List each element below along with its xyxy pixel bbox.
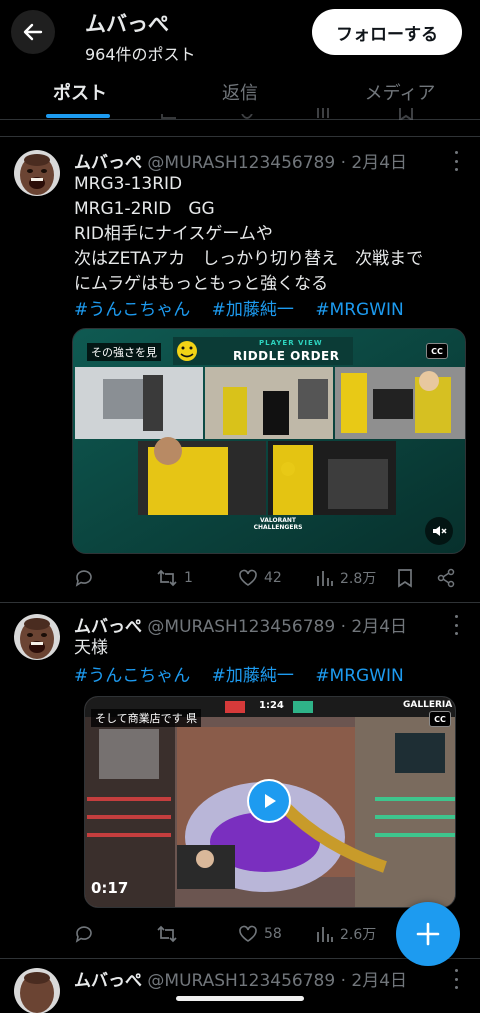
more-icon[interactable]: [448, 969, 464, 989]
play-button[interactable]: [247, 779, 291, 823]
round-timer: 1:24: [259, 700, 284, 711]
brand-logo-text: GALLERIA: [403, 700, 453, 710]
views-button[interactable]: 2.8万: [316, 568, 376, 588]
share-button[interactable]: [436, 568, 456, 588]
heart-icon: [239, 925, 257, 942]
post-date[interactable]: · 2月4日: [341, 617, 407, 637]
hashtag-link[interactable]: #うんこちゃん: [74, 300, 190, 320]
reply-icon: [75, 926, 92, 943]
retweet-button[interactable]: [156, 924, 184, 944]
previous-post-actions: [0, 108, 480, 132]
arrow-left-icon: [23, 23, 43, 41]
view-count: 2.8万: [340, 571, 377, 587]
author-name[interactable]: ムバっぺ: [74, 153, 142, 173]
like-count: 58: [264, 926, 282, 942]
post-video[interactable]: PLAYER VIEW RIDDLE ORDER その強さを見 CC VALOR…: [72, 328, 466, 554]
avatar[interactable]: [14, 968, 60, 1013]
author-name[interactable]: ムバっぺ: [74, 617, 142, 637]
reply-button[interactable]: [74, 568, 94, 588]
avatar[interactable]: [14, 150, 60, 196]
video-timer: 0:17: [91, 879, 129, 897]
bookmark-icon: [398, 569, 412, 588]
post-divider: [0, 602, 480, 603]
video-overlay-label: そして商業店です 県: [91, 709, 202, 727]
avatar-face-image: [14, 150, 60, 196]
post-author-line: ムバっぺ @MURASH123456789 · 2月4日: [74, 148, 407, 173]
post-text-line: RID相手にナイスゲームや: [74, 224, 273, 244]
like-count: 42: [264, 570, 282, 586]
banner-small-text: PLAYER VIEW: [259, 339, 323, 347]
views-icon: [317, 571, 333, 586]
reply-icon: [75, 570, 92, 587]
follow-button[interactable]: フォローする: [312, 9, 462, 55]
heart-icon: [241, 114, 253, 119]
post-text-line: 天様: [74, 638, 108, 658]
hashtag-row: #うんこちゃん #加藤純一 #MRGWIN: [74, 661, 420, 686]
banner-title: RIDDLE ORDER: [233, 349, 340, 363]
captions-button[interactable]: CC: [426, 343, 448, 359]
compose-button[interactable]: [396, 902, 460, 966]
retweet-icon: [161, 114, 176, 119]
post-divider: [0, 136, 480, 137]
plus-icon: [416, 922, 440, 946]
post-actions: 1 42 2.8万: [74, 568, 464, 592]
avatar-face-image: [14, 614, 60, 660]
hashtag-link[interactable]: #MRGWIN: [315, 300, 403, 320]
mute-button[interactable]: [425, 517, 453, 545]
views-icon: [317, 927, 333, 942]
avatar-face-image: [14, 968, 60, 1013]
author-handle[interactable]: @MURASH123456789: [147, 971, 335, 991]
hashtag-link[interactable]: #加藤純一: [212, 666, 294, 686]
hashtag-link[interactable]: #MRGWIN: [315, 666, 403, 686]
post-text-line: MRG1-2RID GG: [74, 199, 215, 219]
share-icon: [437, 568, 455, 588]
views-icon: [317, 108, 329, 118]
retweet-icon: [157, 569, 177, 587]
retweet-icon: [157, 925, 177, 943]
video-overlay-label: その強さを見: [87, 343, 161, 361]
author-handle[interactable]: @MURASH123456789: [147, 153, 335, 173]
post-video[interactable]: 1:24 GALLERIA そして商業店です 県 CC 0:17: [84, 696, 456, 908]
more-icon[interactable]: [448, 151, 464, 171]
post-text-line: MRG3-13RID: [74, 174, 183, 194]
post-author-line: ムバっぺ @MURASH123456789 · 2月4日: [74, 612, 407, 637]
profile-header: ムバっぺ 964件のポスト フォローする: [0, 0, 480, 64]
retweet-count: 1: [184, 570, 193, 586]
home-indicator[interactable]: [176, 996, 304, 1001]
post-text-line: にムラゲはもっともっと強くなる: [74, 274, 329, 294]
bookmark-icon: [399, 108, 413, 120]
retweet-button[interactable]: 1: [156, 568, 193, 588]
avatar[interactable]: [14, 614, 60, 660]
play-icon: [265, 794, 276, 808]
hashtag-row: #うんこちゃん #加藤純一 #MRGWIN: [74, 295, 420, 320]
hashtag-link[interactable]: #加藤純一: [212, 300, 294, 320]
profile-name: ムバっぺ: [85, 12, 169, 36]
bookmark-button[interactable]: [396, 568, 414, 588]
like-button[interactable]: 42: [238, 568, 282, 588]
challengers-logo-text: VALORANT CHALLENGERS: [253, 517, 303, 531]
views-button[interactable]: 2.6万: [316, 924, 376, 944]
author-name[interactable]: ムバっぺ: [74, 971, 142, 991]
heart-icon: [239, 569, 257, 586]
view-count: 2.6万: [340, 927, 377, 943]
post-date[interactable]: · 2月4日: [341, 971, 407, 991]
captions-button[interactable]: CC: [429, 711, 451, 727]
author-handle[interactable]: @MURASH123456789: [147, 617, 335, 637]
mute-icon: [433, 526, 447, 536]
back-button[interactable]: [11, 10, 55, 54]
reply-button[interactable]: [74, 924, 94, 944]
post-text-line: 次はZETAアカ しっかり切り替え 次戦まで: [74, 249, 424, 269]
hashtag-link[interactable]: #うんこちゃん: [74, 666, 190, 686]
post-count: 964件のポスト: [85, 45, 196, 64]
post-date[interactable]: · 2月4日: [341, 153, 407, 173]
post-author-line: ムバっぺ @MURASH123456789 · 2月4日: [74, 966, 407, 991]
more-icon[interactable]: [448, 615, 464, 635]
like-button[interactable]: 58: [238, 924, 282, 944]
